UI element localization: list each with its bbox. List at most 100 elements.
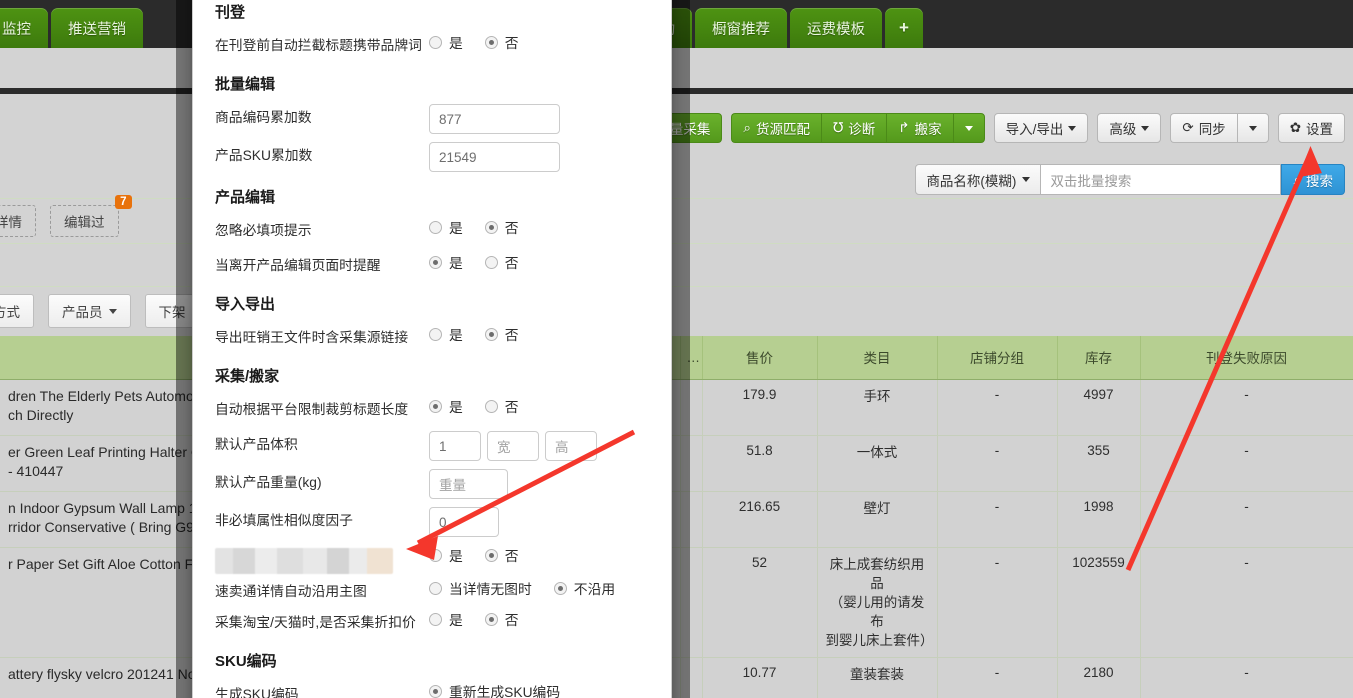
radio-when-no-image[interactable]: 当详情无图时 (429, 578, 532, 598)
sync-button[interactable]: ⟳ 同步 (1170, 113, 1237, 143)
cell-category: 壁灯 (817, 491, 938, 548)
setting-label: 在刊登前自动拦截标题携带品牌词 (215, 38, 422, 53)
diagnose-button[interactable]: ℧ 诊断 (820, 113, 887, 143)
cell-category: 手环 (817, 379, 938, 436)
col-label: 刊登失败原因 (1206, 351, 1287, 367)
radio-no[interactable]: 否 (484, 252, 519, 272)
supply-match-button[interactable]: ⌕ 货源匹配 (731, 113, 821, 143)
volume-width-input[interactable]: 宽 (487, 431, 539, 461)
volume-length-input[interactable]: 1 (429, 431, 481, 461)
setting-label: 默认产品体积 (215, 437, 298, 452)
toolbar-right-group: ▸ 批量采集 ⌕ 货源匹配 ℧ 诊断 ↱ 搬家 (633, 113, 1345, 143)
cell-text: - (1244, 386, 1249, 402)
setting-row-ignore-required-hint: 忽略必填项提示 是 否 (215, 217, 649, 244)
radio-regenerate-sku[interactable]: 重新生成SKU编码 (429, 681, 560, 698)
radio-yes[interactable]: 是 (429, 396, 463, 416)
volume-height-input[interactable]: 高 (545, 431, 597, 461)
setting-control: 是 否 (429, 396, 649, 416)
col-shop-group[interactable]: 店铺分组 (937, 336, 1058, 380)
radio-yes[interactable]: 是 (429, 217, 463, 237)
cell-text: er Green Leaf Printing Halter C- 410447 (8, 443, 201, 479)
setting-control: 是 否 (429, 609, 649, 629)
chevron-down-icon (1141, 125, 1150, 131)
filter-chip-edited[interactable]: 编辑过 7 (50, 195, 132, 237)
default-weight-input[interactable]: 重量 (429, 469, 508, 499)
nav-tab-label: 橱窗推荐 (712, 21, 770, 38)
move-dropdown-toggle[interactable] (952, 113, 985, 143)
product-code-increment-input[interactable]: 877 (429, 104, 560, 134)
chevron-down-icon (108, 308, 117, 314)
radio-label: 否 (504, 221, 519, 236)
modal-overlay-right (672, 0, 690, 698)
setting-label: 产品SKU累加数 (215, 148, 313, 163)
settings-button[interactable]: ✿ 设置 (1277, 113, 1345, 143)
setting-control: 重量 (429, 469, 649, 499)
radio-no[interactable]: 否 (484, 217, 519, 237)
cell-stock: 355 (1057, 435, 1141, 492)
nav-tab-5[interactable]: 运费模板 (790, 8, 882, 48)
cell-text: 1023559 (1072, 554, 1125, 570)
filter-chip-shipping-method[interactable]: 运费方式 (0, 294, 34, 328)
input-placeholder: 宽 (497, 440, 511, 455)
setting-row-similarity-factor: 非必填属性相似度因子 0 (215, 507, 649, 537)
col-category[interactable]: 类目 (817, 336, 938, 380)
radio-dot-icon (429, 581, 442, 595)
nav-tab-1[interactable]: 排名监控 (0, 8, 48, 48)
radio-yes[interactable]: 是 (429, 609, 463, 629)
col-fail-reason[interactable]: 刊登失败原因 (1140, 336, 1353, 380)
cell-price: 179.9 (702, 379, 818, 436)
radio-label: 是 (449, 36, 463, 51)
radio-yes[interactable]: 是 (429, 32, 463, 52)
radio-dot-icon (429, 327, 442, 341)
radio-do-not-use[interactable]: 不沿用 (553, 578, 616, 598)
radio-label: 否 (504, 549, 519, 564)
radio-label: 不沿用 (573, 582, 616, 597)
search-scope-select[interactable]: 商品名称(模糊) (915, 164, 1042, 195)
nav-tab-2[interactable]: 推送营销 (51, 8, 143, 48)
filter-chip-phone-detail[interactable]: 手机详情 (0, 205, 36, 237)
filter-chip-product-staff[interactable]: 产品员 (48, 294, 131, 328)
advanced-button[interactable]: 高级 (1097, 113, 1162, 143)
cell-price: 10.77 (702, 657, 818, 698)
radio-no[interactable]: 否 (484, 609, 519, 629)
radio-yes[interactable]: 是 (429, 324, 463, 344)
sync-dropdown-toggle[interactable] (1236, 113, 1269, 143)
search-submit-label: 搜索 (1306, 173, 1333, 189)
radio-no[interactable]: 否 (484, 32, 519, 52)
search-submit-button[interactable]: ⌕ 搜索 (1281, 164, 1345, 195)
radio-no[interactable]: 否 (484, 545, 519, 565)
move-button[interactable]: ↱ 搬家 (886, 113, 953, 143)
screen: 评价 排名监控 推送营销 活动 橱窗推荐 运费模板 + ▸ 批量采集 ⌕ (0, 0, 1353, 698)
import-export-button[interactable]: 导入/导出 (993, 113, 1089, 143)
cell-text: - (994, 386, 1000, 402)
search-scope-label: 商品名称(模糊) (926, 173, 1017, 189)
radio-label: 是 (449, 400, 463, 415)
radio-no[interactable]: 否 (484, 396, 519, 416)
radio-dot-icon (429, 612, 442, 626)
setting-control: 是 否 (429, 324, 649, 344)
nav-tab-add[interactable]: + (885, 8, 923, 48)
setting-control: 21549 (429, 142, 649, 172)
setting-control: 是 否 (429, 545, 649, 565)
filter-chip-label: 手机详情 (0, 215, 22, 230)
col-stock[interactable]: 库存 (1057, 336, 1141, 380)
cell-reason: - (1140, 657, 1353, 698)
search-input[interactable]: 双击批量搜索 (1041, 164, 1282, 195)
cell-text: 壁灯 (863, 500, 891, 516)
similarity-factor-input[interactable]: 0 (429, 507, 499, 537)
nav-tab-4[interactable]: 橱窗推荐 (695, 8, 787, 48)
radio-yes[interactable]: 是 (429, 252, 463, 272)
product-sku-increment-input[interactable]: 21549 (429, 142, 560, 172)
cell-category: 床上成套纺织用品 （婴儿用的请发布 到婴儿床上套件） (817, 547, 938, 658)
setting-control: 是 否 (429, 252, 649, 272)
section-title-batch-edit: 批量编辑 (215, 76, 276, 93)
chevron-down-icon (964, 125, 973, 131)
radio-label: 是 (449, 221, 463, 236)
radio-yes[interactable]: 是 (429, 545, 463, 565)
chevron-down-icon (1022, 177, 1031, 182)
radio-no[interactable]: 否 (484, 324, 519, 344)
cell-group: - (937, 379, 1058, 436)
cell-text: 床上成套纺织用品 （婴儿用的请发布 到婴儿床上套件） (825, 556, 934, 648)
radio-label: 是 (449, 328, 463, 343)
col-price[interactable]: 售价 (702, 336, 818, 380)
